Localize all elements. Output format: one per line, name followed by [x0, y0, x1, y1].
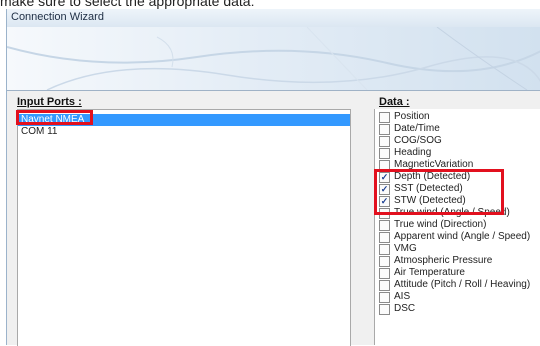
- wizard-content: Input Ports : Navnet NMEA COM 11 Data : …: [7, 91, 540, 346]
- checkbox[interactable]: [379, 136, 390, 147]
- data-item-label: COG/SOG: [394, 135, 442, 146]
- chart-decoration-graphic: [7, 27, 540, 90]
- checkbox[interactable]: [379, 232, 390, 243]
- input-ports-label: Input Ports :: [17, 96, 82, 108]
- data-item-dsc[interactable]: DSC: [379, 303, 540, 315]
- connection-wizard-window: Connection Wizard Input Ports : Navnet N…: [6, 9, 540, 346]
- checkbox[interactable]: [379, 280, 390, 291]
- data-item-ais[interactable]: AIS: [379, 291, 540, 303]
- data-item-air-temperature[interactable]: Air Temperature: [379, 267, 540, 279]
- checkbox[interactable]: [379, 112, 390, 123]
- checkbox[interactable]: [379, 148, 390, 159]
- data-item-label: VMG: [394, 243, 417, 254]
- data-item-position[interactable]: Position: [379, 111, 540, 123]
- data-item-vmg[interactable]: VMG: [379, 243, 540, 255]
- input-ports-list[interactable]: Navnet NMEA COM 11: [17, 109, 351, 346]
- checkbox[interactable]: [379, 304, 390, 315]
- checkbox[interactable]: [379, 220, 390, 231]
- data-item-atmospheric-pressure[interactable]: Atmospheric Pressure: [379, 255, 540, 267]
- data-item-label: Air Temperature: [394, 267, 465, 278]
- caption-text: make sure to select the appropriate data…: [0, 0, 255, 9]
- data-item-attitude[interactable]: Attitude (Pitch / Roll / Heaving): [379, 279, 540, 291]
- data-item-label: Heading: [394, 147, 432, 158]
- data-checklist: Position Date/Time COG/SOG Heading Magne…: [374, 109, 540, 345]
- port-item-com11[interactable]: COM 11: [18, 126, 350, 138]
- data-item-label: DSC: [394, 303, 416, 314]
- data-item-date-time[interactable]: Date/Time: [379, 123, 540, 135]
- checkbox[interactable]: [379, 124, 390, 135]
- data-item-label: Attitude (Pitch / Roll / Heaving): [394, 279, 531, 290]
- data-item-heading[interactable]: Heading: [379, 147, 540, 159]
- data-item-label: Apparent wind (Angle / Speed): [394, 231, 531, 242]
- data-item-label: Date/Time: [394, 123, 440, 134]
- checkbox[interactable]: [379, 244, 390, 255]
- highlight-box-detected-data: [374, 169, 504, 215]
- data-item-cog-sog[interactable]: COG/SOG: [379, 135, 540, 147]
- window-title: Connection Wizard: [11, 11, 104, 23]
- data-item-label: AIS: [394, 291, 411, 302]
- checkbox[interactable]: [379, 268, 390, 279]
- checkbox[interactable]: [379, 256, 390, 267]
- data-item-true-wind-direction[interactable]: True wind (Direction): [379, 219, 540, 231]
- data-item-label: True wind (Direction): [394, 219, 487, 230]
- title-bar: Connection Wizard: [7, 9, 540, 27]
- wizard-banner: [7, 27, 540, 91]
- data-label: Data :: [379, 96, 410, 108]
- data-item-label: Atmospheric Pressure: [394, 255, 493, 266]
- checkbox[interactable]: [379, 292, 390, 303]
- highlight-box-ports: [16, 110, 93, 125]
- data-item-label: Position: [394, 111, 430, 122]
- data-item-apparent-wind[interactable]: Apparent wind (Angle / Speed): [379, 231, 540, 243]
